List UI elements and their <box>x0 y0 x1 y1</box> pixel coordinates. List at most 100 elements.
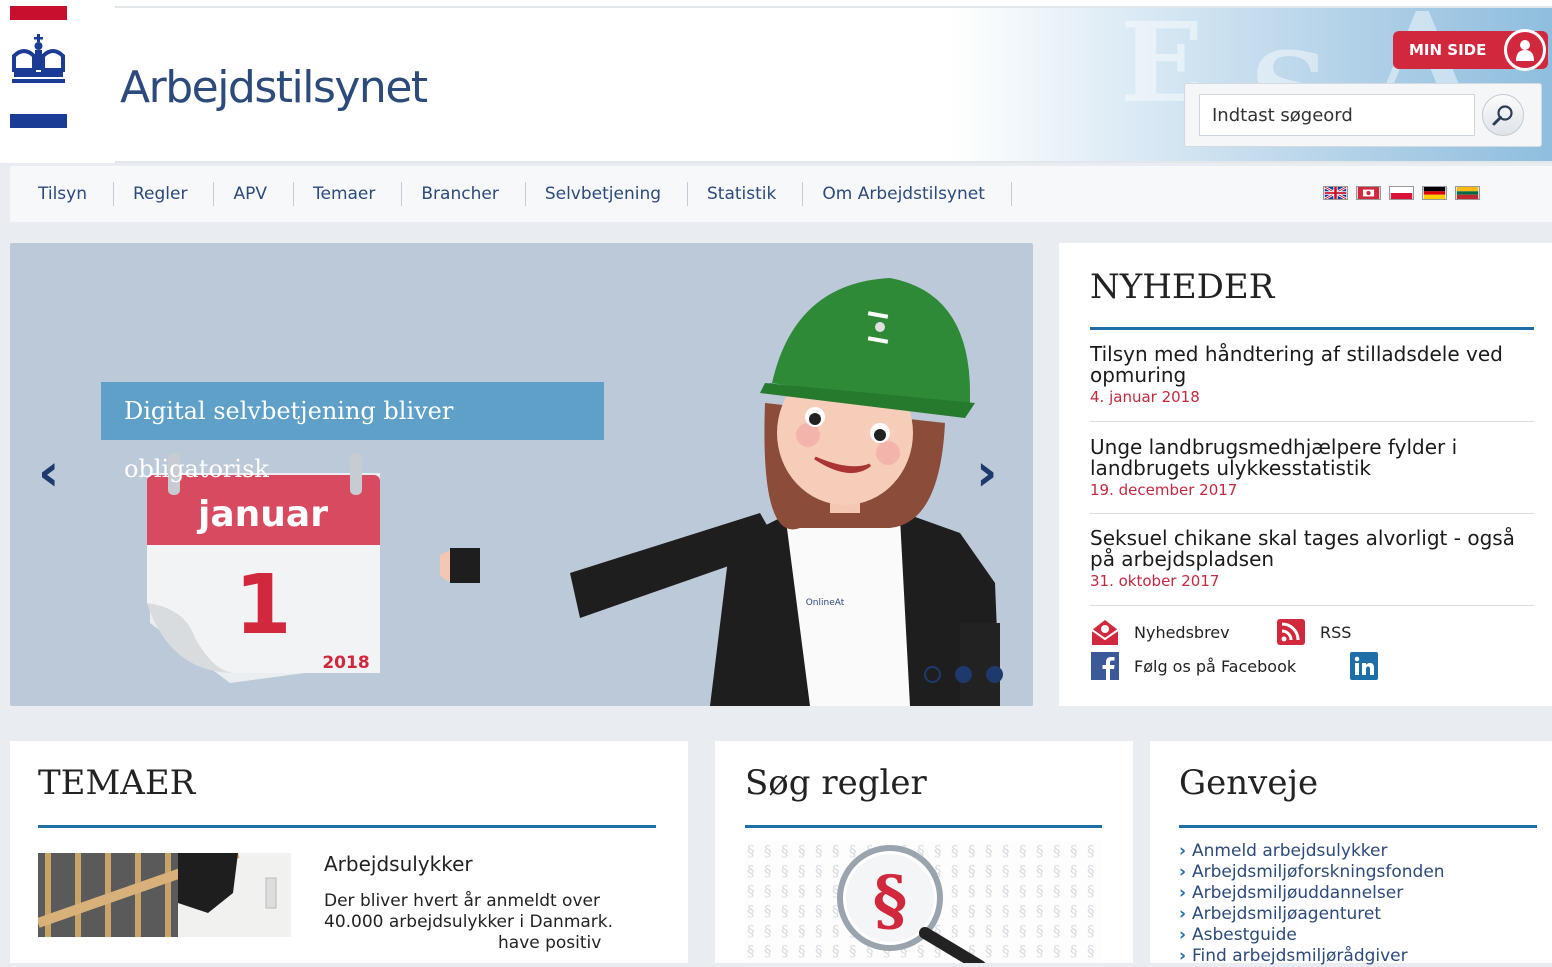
linkedin-icon <box>1349 652 1379 680</box>
news-date: 4. januar 2018 <box>1090 388 1200 406</box>
calendar-day: 1 <box>234 558 291 653</box>
nav-item-brancher[interactable]: Brancher <box>402 182 526 206</box>
genveje-link[interactable]: › Anmeld arbejdsulykker <box>1179 841 1445 862</box>
german-flag-icon[interactable] <box>1422 186 1447 200</box>
language-flags <box>1323 186 1480 200</box>
news-item[interactable]: Unge landbrugsmedhjælpere fylder i landb… <box>1090 437 1534 500</box>
carousel-dots <box>924 666 1003 683</box>
genveje-link-label: Arbejdsmiljøforskningsfonden <box>1192 862 1445 882</box>
min-side-label: MIN SIDE <box>1409 41 1487 59</box>
genveje-link-label: Find arbejdsmiljørådgiver <box>1192 946 1408 966</box>
facebook-label: Følg os på Facebook <box>1134 656 1297 676</box>
nav-item-regler[interactable]: Regler <box>114 182 215 206</box>
temaer-image[interactable] <box>38 853 291 937</box>
main-nav: Tilsyn Regler APV Temaer Brancher Selvbe… <box>10 166 1552 222</box>
calendar-month: januar <box>196 494 328 535</box>
rss-icon <box>1276 618 1306 646</box>
temaer-item-text: Der bliver hvert år anmeldt over 40.000 … <box>324 891 664 954</box>
genveje-title: Genveje <box>1179 763 1319 803</box>
rss-link[interactable]: RSS <box>1276 618 1351 646</box>
genveje-link-label: Anmeld arbejdsulykker <box>1192 841 1388 861</box>
sog-regler-title: Søg regler <box>745 763 927 803</box>
news-item[interactable]: Seksuel chikane skal tages alvorligt - o… <box>1090 528 1534 591</box>
newsletter-icon <box>1090 618 1120 646</box>
header-divider <box>115 161 1552 163</box>
genveje-divider <box>1179 825 1537 828</box>
nav-item-temaer[interactable]: Temaer <box>294 182 403 206</box>
news-separator <box>1090 513 1534 514</box>
temaer-title: TEMAER <box>38 763 196 803</box>
crown-icon <box>12 34 65 83</box>
genveje-card: Genveje › Anmeld arbejdsulykker › Arbejdsm… <box>1150 741 1552 966</box>
chevron-right-icon: › <box>1179 862 1187 882</box>
nav-list: Tilsyn Regler APV Temaer Brancher Selvbe… <box>20 166 1012 222</box>
genveje-link[interactable]: › Find arbejdsmiljørådgiver <box>1179 946 1445 967</box>
search-input[interactable] <box>1199 94 1475 136</box>
news-item[interactable]: Tilsyn med håndtering af stilladsdele ve… <box>1090 344 1534 407</box>
facebook-link[interactable]: Følg os på Facebook <box>1090 652 1296 680</box>
news-separator <box>1090 421 1534 422</box>
nav-item-om-arbejdstilsynet[interactable]: Om Arbejdstilsynet <box>803 182 1012 206</box>
carousel-prev-arrow[interactable]: ‹ <box>38 443 59 503</box>
chevron-right-icon: › <box>1179 904 1187 924</box>
genveje-link-label: Arbejdsmiljøagenturet <box>1192 904 1382 924</box>
chinese-flag-icon[interactable] <box>1356 186 1381 200</box>
news-headline[interactable]: Tilsyn med håndtering af stilladsdele ve… <box>1090 344 1534 386</box>
carousel-dot-2[interactable] <box>955 666 972 683</box>
news-panel: NYHEDER Tilsyn med håndtering af stillad… <box>1059 243 1552 706</box>
news-separator <box>1090 605 1534 606</box>
genveje-links: › Anmeld arbejdsulykker › Arbejdsmiljøfors… <box>1179 841 1445 967</box>
genveje-link[interactable]: › Arbejdsmiljøagenturet <box>1179 904 1445 925</box>
news-headline[interactable]: Seksuel chikane skal tages alvorligt - o… <box>1090 528 1534 570</box>
user-icon <box>1504 29 1546 71</box>
sog-regler-card: Søg regler § § <box>715 741 1133 963</box>
shirt-text: OnlineAt <box>806 598 845 608</box>
search-button[interactable] <box>1482 94 1524 136</box>
hero-carousel[interactable]: januar 1 2018 OnlineAt Digital selvbetje… <box>10 243 1033 706</box>
temaer-card: TEMAER Arbejdsulykker Der bliver hvert å… <box>10 741 688 963</box>
genveje-link-label: Arbejdsmiljøuddannelser <box>1192 883 1404 903</box>
chevron-right-icon: › <box>1179 925 1187 945</box>
lithuanian-flag-icon[interactable] <box>1455 186 1480 200</box>
carousel-dot-1[interactable] <box>924 666 941 683</box>
temaer-item-text-body: Der bliver hvert år anmeldt over 40.000 … <box>324 891 614 932</box>
genveje-link[interactable]: › Asbestguide <box>1179 925 1445 946</box>
carousel-dot-3[interactable] <box>986 666 1003 683</box>
chevron-right-icon: › <box>1179 883 1187 903</box>
chevron-right-icon: › <box>1179 946 1187 966</box>
nav-item-apv[interactable]: APV <box>214 182 294 206</box>
news-date: 19. december 2017 <box>1090 481 1238 499</box>
site-header: Arbejdstilsynet E S A MIN SIDE <box>0 0 1552 163</box>
temaer-divider <box>38 825 656 828</box>
carousel-next-arrow[interactable]: › <box>976 443 997 503</box>
newsletter-link[interactable]: Nyhedsbrev <box>1090 618 1230 646</box>
nav-item-selvbetjening[interactable]: Selvbetjening <box>526 182 689 206</box>
temaer-item-title[interactable]: Arbejdsulykker <box>324 852 473 876</box>
news-headline[interactable]: Unge landbrugsmedhjælpere fylder i landb… <box>1090 437 1534 479</box>
search-box <box>1184 83 1542 147</box>
nav-item-tilsyn[interactable]: Tilsyn <box>20 182 114 206</box>
min-side-button[interactable]: MIN SIDE <box>1393 29 1548 71</box>
genveje-link-label: Asbestguide <box>1192 925 1297 945</box>
hero-caption[interactable]: Digital selvbetjening bliver obligatoris… <box>101 382 604 483</box>
calendar-year: 2018 <box>322 653 369 673</box>
sog-regler-image[interactable]: § § <box>745 841 1102 963</box>
news-title: NYHEDER <box>1090 267 1275 307</box>
news-divider <box>1090 327 1534 330</box>
inspector-illustration <box>440 278 1000 706</box>
genveje-link[interactable]: › Arbejdsmiljøforskningsfonden <box>1179 862 1445 883</box>
english-flag-icon[interactable] <box>1323 186 1348 200</box>
newsletter-label: Nyhedsbrev <box>1134 622 1230 642</box>
rss-label: RSS <box>1320 622 1352 642</box>
svg-text:§: § <box>873 861 908 939</box>
search-icon <box>1492 105 1513 126</box>
news-date: 31. oktober 2017 <box>1090 572 1220 590</box>
linkedin-link[interactable] <box>1349 652 1379 680</box>
polish-flag-icon[interactable] <box>1389 186 1414 200</box>
chevron-right-icon: › <box>1179 841 1187 861</box>
nav-item-statistik[interactable]: Statistik <box>688 182 804 206</box>
brand-name[interactable]: Arbejdstilsynet <box>120 62 428 113</box>
genveje-link[interactable]: › Arbejdsmiljøuddannelser <box>1179 883 1445 904</box>
sog-regler-divider <box>745 825 1102 828</box>
facebook-icon <box>1090 652 1120 680</box>
